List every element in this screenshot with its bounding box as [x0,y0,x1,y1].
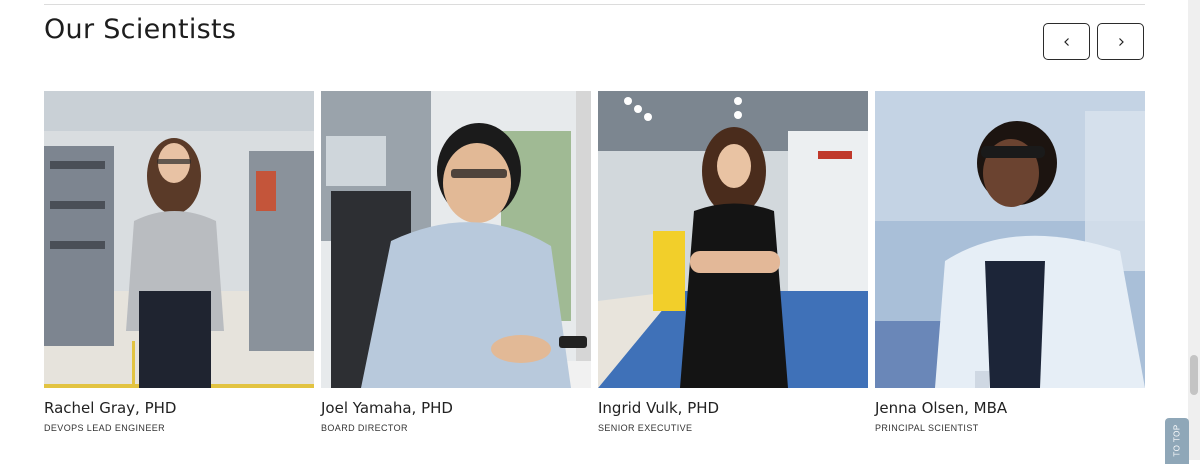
scientist-name: Ingrid Vulk, PHD [598,399,720,417]
scientist-name: Joel Yamaha, PHD [321,399,453,417]
carousel-prev-button[interactable] [1043,23,1090,60]
scientist-role: PRINCIPAL SCIENTIST [875,423,979,433]
page-scrollbar[interactable] [1188,0,1200,460]
scientist-card[interactable]: Ingrid Vulk, PHD SENIOR EXECUTIVE [598,91,868,433]
scientist-photo [44,91,314,388]
section-divider [44,4,1145,5]
scientist-role: SENIOR EXECUTIVE [598,423,693,433]
carousel-next-button[interactable] [1097,23,1144,60]
scientist-card[interactable]: Joel Yamaha, PHD BOARD DIRECTOR [321,91,591,433]
scientist-photo [875,91,1145,388]
back-to-top-label: TO TOP [1172,424,1182,457]
scientist-card[interactable]: Jenna Olsen, MBA PRINCIPAL SCIENTIST [875,91,1145,433]
scientist-card[interactable]: Rachel Gray, PHD DEVOPS LEAD ENGINEER [44,91,314,433]
scientist-photo [321,91,591,388]
section-title: Our Scientists [44,14,237,45]
scientist-photo [598,91,868,388]
scrollbar-thumb[interactable] [1190,355,1198,395]
scientist-name: Rachel Gray, PHD [44,399,177,417]
scientist-role: DEVOPS LEAD ENGINEER [44,423,166,433]
scientist-name: Jenna Olsen, MBA [875,399,1008,417]
chevron-right-icon [1118,37,1124,46]
back-to-top-button[interactable]: TO TOP [1165,418,1189,464]
chevron-left-icon [1063,37,1069,46]
scientist-role: BOARD DIRECTOR [321,423,408,433]
